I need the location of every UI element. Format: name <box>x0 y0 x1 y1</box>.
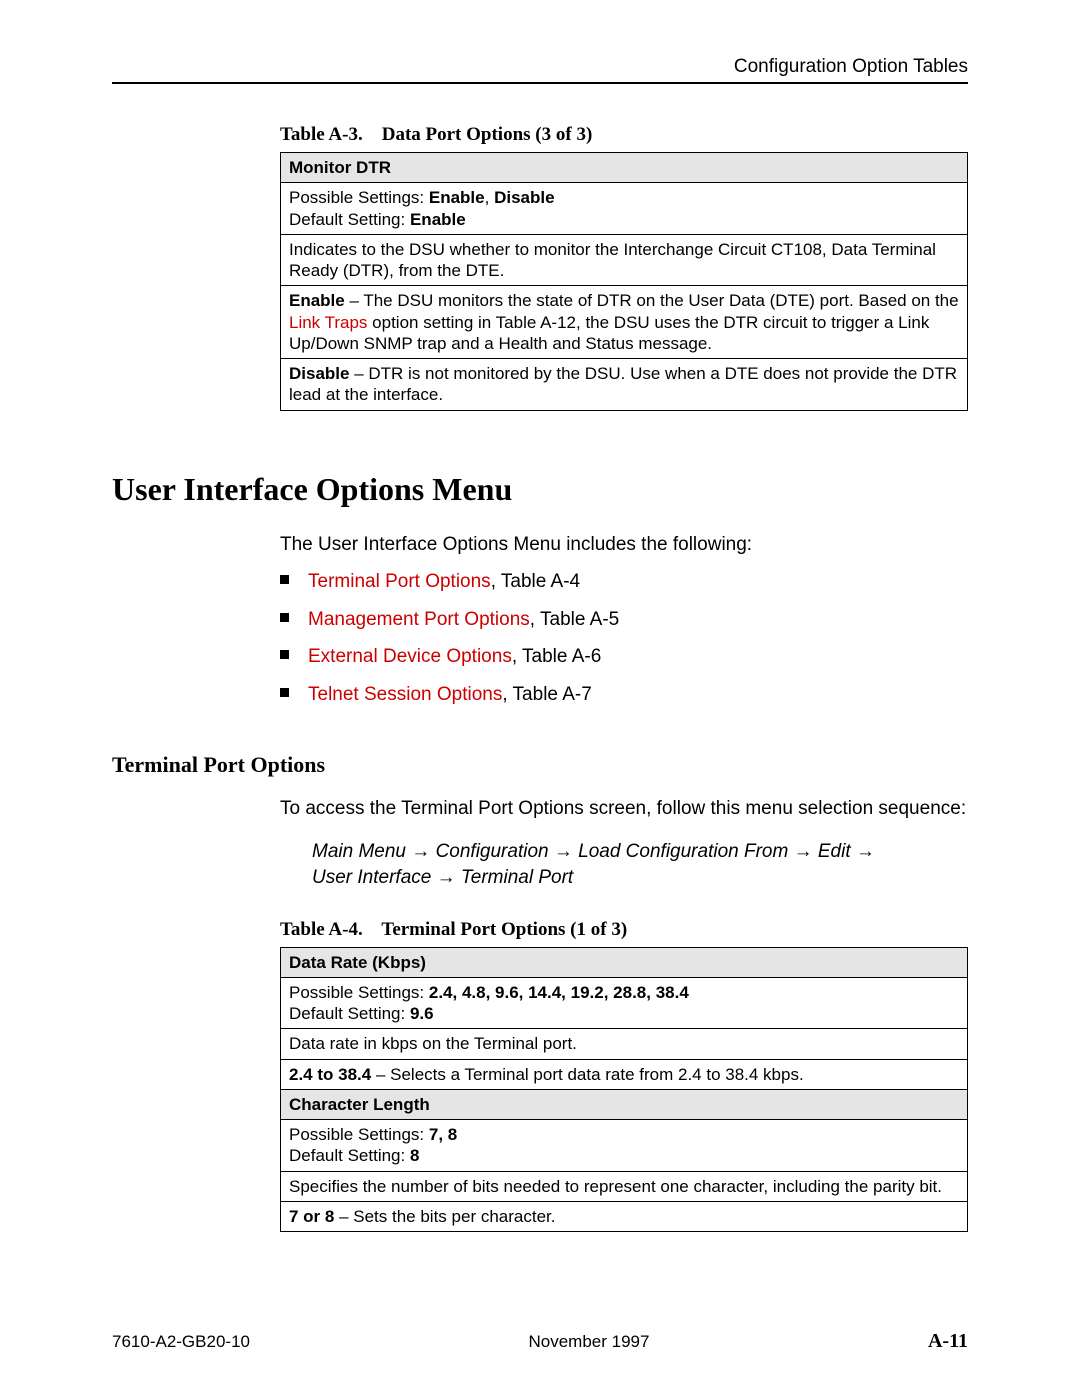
arrow-icon: → <box>794 841 818 862</box>
path-seg: User Interface <box>312 867 437 888</box>
enable-cell: Enable – The DSU monitors the state of D… <box>281 286 968 359</box>
list-item: Management Port Options, Table A-5 <box>280 607 968 633</box>
table-row: Disable – DTR is not monitored by the DS… <box>281 359 968 411</box>
table-row: Monitor DTR <box>281 153 968 183</box>
table-a4: Data Rate (Kbps) Possible Settings: 2.4,… <box>280 947 968 1233</box>
intro-text: The User Interface Options Menu includes… <box>280 532 968 558</box>
table-a3-caption: Table A-3. Data Port Options (3 of 3) <box>280 124 968 146</box>
text: – DTR is not monitored by the DSU. Use w… <box>289 364 957 404</box>
table-row: Possible Settings: 7, 8 Default Setting:… <box>281 1120 968 1172</box>
description-cell: Indicates to the DSU whether to monitor … <box>281 234 968 286</box>
caption-title: Data Port Options (3 of 3) <box>382 124 593 145</box>
link-traps-link[interactable]: Link Traps <box>289 313 367 332</box>
table-a4-block: Table A-4. Terminal Port Options (1 of 3… <box>280 919 968 1233</box>
suffix: , Table A-5 <box>530 609 619 630</box>
table-row: Possible Settings: Enable, Disable Defau… <box>281 183 968 235</box>
value: 2.4, 4.8, 9.6, 14.4, 19.2, 28.8, 38.4 <box>429 983 689 1002</box>
table-row: Specifies the number of bits needed to r… <box>281 1171 968 1201</box>
external-device-options-link[interactable]: External Device Options <box>308 646 512 667</box>
table-row: Character Length <box>281 1089 968 1119</box>
disable-cell: Disable – DTR is not monitored by the DS… <box>281 359 968 411</box>
range-cell: 7 or 8 – Sets the bits per character. <box>281 1201 968 1231</box>
lead-word: 7 or 8 <box>289 1207 334 1226</box>
option-name-cell: Character Length <box>281 1089 968 1119</box>
lead-word: Disable <box>289 364 349 383</box>
label: Possible Settings: <box>289 983 429 1002</box>
terminal-port-options-link[interactable]: Terminal Port Options <box>308 571 491 592</box>
arrow-icon: → <box>437 867 461 888</box>
path-seg: Terminal Port <box>461 867 573 888</box>
caption-prefix: Table A-4. <box>280 919 363 940</box>
table-row: Possible Settings: 2.4, 4.8, 9.6, 14.4, … <box>281 977 968 1029</box>
option-name-cell: Monitor DTR <box>281 153 968 183</box>
table-row: 7 or 8 – Sets the bits per character. <box>281 1201 968 1231</box>
path-seg: Edit <box>818 841 856 862</box>
settings-cell: Possible Settings: 7, 8 Default Setting:… <box>281 1120 968 1172</box>
page-number: A-11 <box>928 1330 968 1353</box>
page-footer: 7610-A2-GB20-10 November 1997 A-11 <box>112 1330 968 1353</box>
page: Configuration Option Tables Table A-3. D… <box>0 0 1080 1397</box>
list-item: Terminal Port Options, Table A-4 <box>280 569 968 595</box>
lead-word: Enable <box>289 291 345 310</box>
value: Enable <box>429 188 485 207</box>
table-row: Data rate in kbps on the Terminal port. <box>281 1029 968 1059</box>
text: option setting in Table A-12, the DSU us… <box>289 313 929 353</box>
range-cell: 2.4 to 38.4 – Selects a Terminal port da… <box>281 1059 968 1089</box>
lead-word: 2.4 to 38.4 <box>289 1065 371 1084</box>
management-port-options-link[interactable]: Management Port Options <box>308 609 530 630</box>
header-rule <box>112 82 968 84</box>
list-item: External Device Options, Table A-6 <box>280 644 968 670</box>
telnet-session-options-link[interactable]: Telnet Session Options <box>308 684 502 705</box>
text: – Sets the bits per character. <box>334 1207 555 1226</box>
table-row: 2.4 to 38.4 – Selects a Terminal port da… <box>281 1059 968 1089</box>
doc-date: November 1997 <box>529 1332 650 1352</box>
caption-prefix: Table A-3. <box>280 124 363 145</box>
label: Default Setting: <box>289 210 410 229</box>
arrow-icon: → <box>411 841 435 862</box>
path-seg: Configuration <box>436 841 554 862</box>
table-row: Data Rate (Kbps) <box>281 947 968 977</box>
path-seg: Load Configuration From <box>578 841 793 862</box>
separator: , <box>485 188 494 207</box>
arrow-icon: → <box>856 841 875 862</box>
table-row: Indicates to the DSU whether to monitor … <box>281 234 968 286</box>
table-a4-caption: Table A-4. Terminal Port Options (1 of 3… <box>280 919 968 941</box>
label: Default Setting: <box>289 1146 410 1165</box>
running-header: Configuration Option Tables <box>112 56 968 78</box>
options-list: Terminal Port Options, Table A-4 Managem… <box>280 569 968 708</box>
doc-number: 7610-A2-GB20-10 <box>112 1332 250 1352</box>
table-a3-block: Table A-3. Data Port Options (3 of 3) Mo… <box>280 124 968 411</box>
arrow-icon: → <box>554 841 578 862</box>
label: Possible Settings: <box>289 1125 429 1144</box>
subsection-heading: Terminal Port Options <box>112 752 968 778</box>
value: 9.6 <box>410 1004 434 1023</box>
list-item: Telnet Session Options, Table A-7 <box>280 682 968 708</box>
description-cell: Specifies the number of bits needed to r… <box>281 1171 968 1201</box>
menu-path: Main Menu → Configuration → Load Configu… <box>312 839 968 890</box>
description-cell: Data rate in kbps on the Terminal port. <box>281 1029 968 1059</box>
caption-title: Terminal Port Options (1 of 3) <box>381 919 627 940</box>
section-body: The User Interface Options Menu includes… <box>280 532 968 708</box>
label: Possible Settings: <box>289 188 429 207</box>
text: – The DSU monitors the state of DTR on t… <box>345 291 959 310</box>
settings-cell: Possible Settings: 2.4, 4.8, 9.6, 14.4, … <box>281 977 968 1029</box>
value: 8 <box>410 1146 419 1165</box>
option-name-cell: Data Rate (Kbps) <box>281 947 968 977</box>
suffix: , Table A-6 <box>512 646 601 667</box>
suffix: , Table A-4 <box>491 571 580 592</box>
path-seg: Main Menu <box>312 841 411 862</box>
section-heading: User Interface Options Menu <box>112 471 968 508</box>
value: Disable <box>494 188 554 207</box>
subsection-intro: To access the Terminal Port Options scre… <box>280 796 968 822</box>
label: Default Setting: <box>289 1004 410 1023</box>
value: 7, 8 <box>429 1125 457 1144</box>
table-row: Enable – The DSU monitors the state of D… <box>281 286 968 359</box>
table-a3: Monitor DTR Possible Settings: Enable, D… <box>280 152 968 411</box>
settings-cell: Possible Settings: Enable, Disable Defau… <box>281 183 968 235</box>
text: – Selects a Terminal port data rate from… <box>371 1065 803 1084</box>
suffix: , Table A-7 <box>502 684 591 705</box>
value: Enable <box>410 210 466 229</box>
